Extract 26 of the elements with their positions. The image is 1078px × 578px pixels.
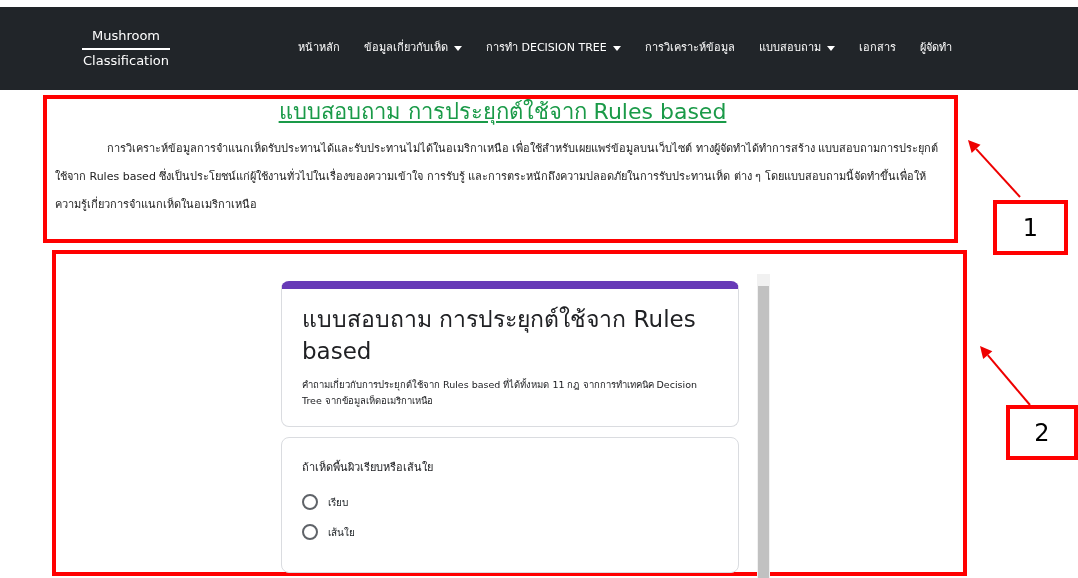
nav-dropdown[interactable]: ข้อมูลเกี่ยวกับเห็ด [364, 40, 462, 57]
nav-link[interactable]: ผู้จัดทำ [919, 40, 952, 57]
page-heading: แบบสอบถาม การประยุกต์ใช้จาก Rules based [277, 99, 728, 126]
brand-text[interactable]: Mushroom [91, 27, 161, 45]
question-text: ถ้าเห็ดพื้นผิวเรียบหรือเส้นใย [302, 459, 434, 476]
caret-icon [612, 46, 621, 51]
nav-dropdown[interactable]: การทำ DECISION TREE [486, 40, 621, 57]
arrow [980, 346, 1031, 406]
brand-text[interactable]: Classification [83, 52, 169, 70]
callout-number: 2 [1006, 405, 1078, 460]
option-label[interactable]: เส้นใย [328, 524, 355, 540]
scrollbar[interactable] [757, 274, 770, 578]
nav-dropdown[interactable]: แบบสอบถาม [758, 40, 835, 57]
caret-icon [826, 46, 835, 51]
radio-button[interactable] [302, 494, 318, 511]
arrow [968, 140, 1021, 198]
nav-link[interactable]: การวิเคราะห์ข้อมูล [644, 40, 735, 57]
nav-link[interactable]: หน้าหลัก [298, 40, 340, 57]
radio-button[interactable] [302, 524, 318, 541]
form-description: คำถามเกี่ยวกับการประยุกต์ใช้จาก Rules based ที่ได้ทั้งหมด 11 กฎ จากการทำเทคนิค Decision Tree จากข้อมูลเห็ดอเมริกาเหนือ [302, 377, 698, 408]
nav-link[interactable]: เอกสาร [858, 40, 896, 57]
form-title: แบบสอบถาม การประยุกต์ใช้จาก Rules based [302, 305, 697, 367]
intro-paragraph: การวิเคราะห์ข้อมูลการจำแนกเห็ดรับประทานได้และรับประทานไม่ได้ในอเมริกาเหนือ เพื่อใช้สำหรับเผยแพร่ข้อมูลบนเว็บไซต์ ทางผู้จัดทำได้ทำการสร้าง แบบสอบถามการประยุกต์ใช้จาก Rules based ซึ่งเป็นประโยชน์แก่ผู้ใช้งานทั่วไปในเรื่องของความเข้าใจ การรับรู้ และการตระหนักถึงความปลอดภัยในการรับประทานเห็ด ต่าง ๆ โดยแบบสอบถามนี้จัดทำขึ้นเพื่อให้ความรู้เกี่ยวการจำแนกเห็ดในอเมริกาเหนือ [55, 139, 940, 214]
caret-icon [454, 46, 462, 51]
callout-number: 1 [993, 200, 1068, 255]
option-label[interactable]: เรียบ [328, 494, 348, 510]
